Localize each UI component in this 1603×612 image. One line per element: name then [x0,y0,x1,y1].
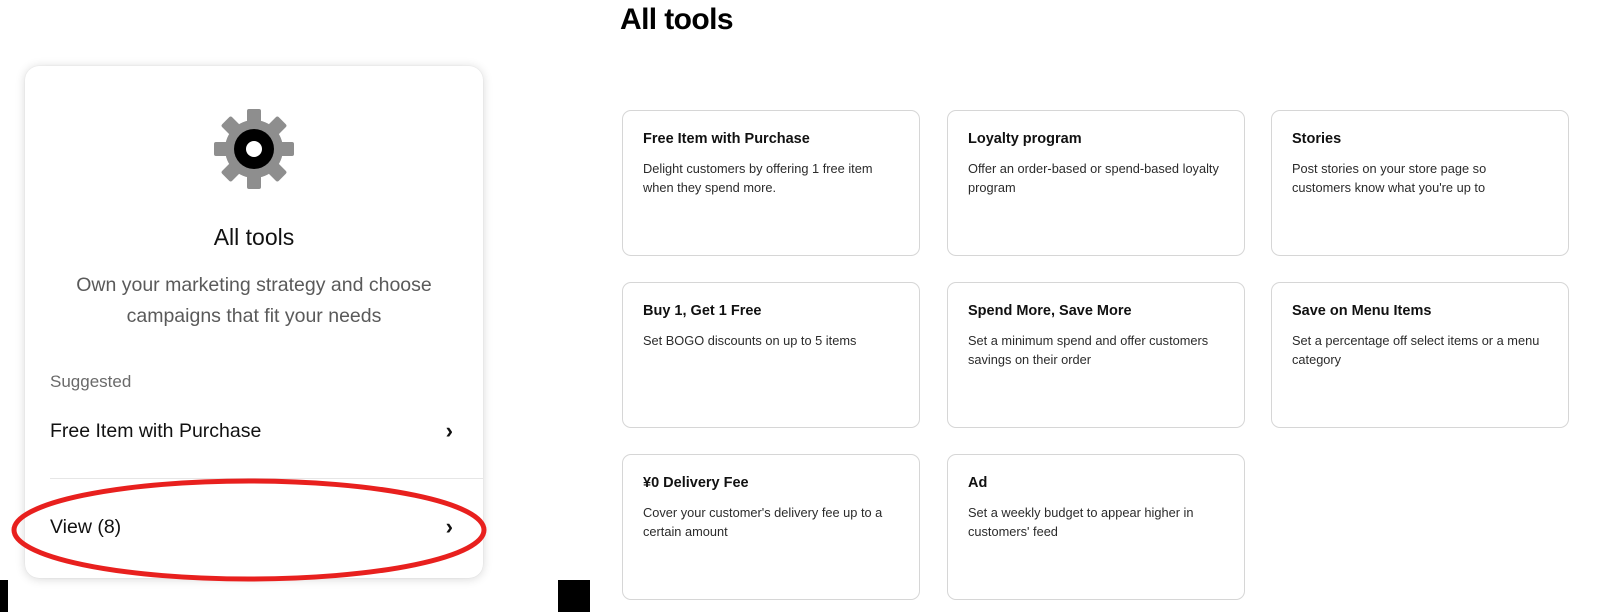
tool-description: Set a minimum spend and offer customers … [968,333,1209,367]
tool-title: Spend More, Save More [968,303,1132,319]
black-artifact [0,580,8,612]
tool-title: Ad [968,475,988,491]
suggested-item-free-item-with-purchase[interactable]: Free Item with Purchase › [50,411,453,451]
tool-description: Set a percentage off select items or a m… [1292,333,1540,367]
view-all-label: View (8) [50,515,122,538]
all-tools-card: All tools Own your marketing strategy an… [25,66,483,578]
tool-card-spend-more-save-more[interactable]: Spend More, Save More Set a minimum spen… [947,282,1245,428]
tool-card-ad[interactable]: Ad Set a weekly budget to appear higher … [947,454,1245,600]
tool-title: Loyalty program [968,131,1082,147]
tool-description: Offer an order-based or spend-based loya… [968,161,1219,195]
suggested-label: Suggested [50,372,132,391]
suggested-item-label: Free Item with Purchase [50,419,262,442]
tool-title: ¥0 Delivery Fee [643,475,749,491]
tool-card-stories[interactable]: Stories Post stories on your store page … [1271,110,1569,256]
tool-card-save-on-menu-items[interactable]: Save on Menu Items Set a percentage off … [1271,282,1569,428]
tool-title: Stories [1292,131,1342,147]
tool-card-free-item-with-purchase[interactable]: Free Item with Purchase Delight customer… [622,110,920,256]
card-title: All tools [213,224,295,250]
tool-description: Set a weekly budget to appear higher in … [968,505,1194,539]
black-artifact [558,580,590,612]
view-all-tools-button[interactable]: View (8) › [50,507,453,547]
gear-icon [211,106,297,192]
tool-card-buy-1-get-1-free[interactable]: Buy 1, Get 1 Free Set BOGO discounts on … [622,282,920,428]
page-title: All tools [620,3,734,36]
chevron-right-icon: › [445,418,453,443]
tool-description: Delight customers by offering 1 free ite… [643,161,873,195]
tool-description: Set BOGO discounts on up to 5 items [643,333,857,348]
card-description: Own your marketing strategy and choose c… [76,274,432,327]
tool-card-zero-delivery-fee[interactable]: ¥0 Delivery Fee Cover your customer's de… [622,454,920,600]
tool-description: Post stories on your store page so custo… [1292,161,1487,195]
tool-title: Buy 1, Get 1 Free [643,303,762,319]
chevron-right-icon: › [445,514,453,539]
tool-description: Cover your customer's delivery fee up to… [643,505,883,539]
divider [50,478,483,479]
tool-card-loyalty-program[interactable]: Loyalty program Offer an order-based or … [947,110,1245,256]
tool-title: Save on Menu Items [1292,303,1432,319]
tool-title: Free Item with Purchase [643,131,810,147]
